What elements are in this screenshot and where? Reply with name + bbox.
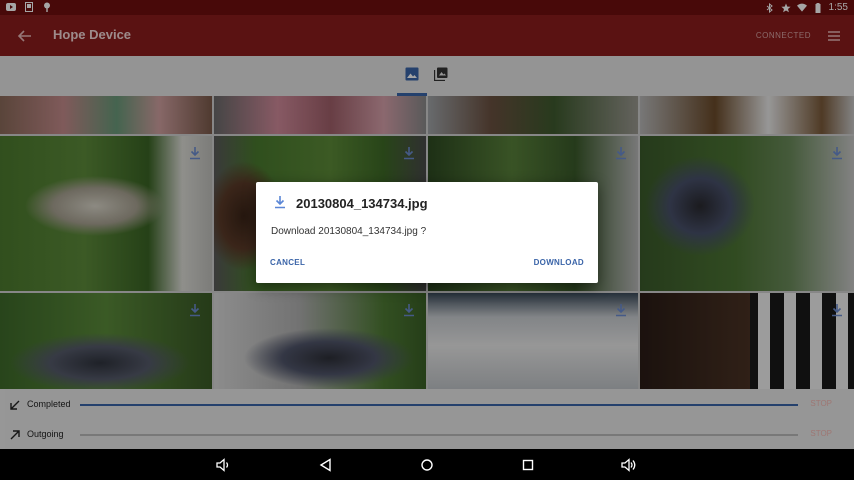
- screen: 1:55 Hope Device CONNECTED Completed STO…: [0, 0, 854, 480]
- download-button[interactable]: DOWNLOAD: [534, 258, 584, 267]
- volume-down-icon[interactable]: [214, 456, 232, 474]
- recents-icon[interactable]: [519, 456, 537, 474]
- cancel-button[interactable]: CANCEL: [270, 258, 305, 267]
- navigation-bar: [0, 449, 854, 480]
- volume-up-icon[interactable]: [620, 456, 638, 474]
- download-dialog: 20130804_134734.jpg Download 20130804_13…: [256, 182, 598, 283]
- home-icon[interactable]: [418, 456, 436, 474]
- back-icon[interactable]: [317, 456, 335, 474]
- download-icon: [273, 195, 287, 209]
- dialog-title: 20130804_134734.jpg: [296, 196, 428, 211]
- dialog-message: Download 20130804_134734.jpg ?: [271, 226, 427, 237]
